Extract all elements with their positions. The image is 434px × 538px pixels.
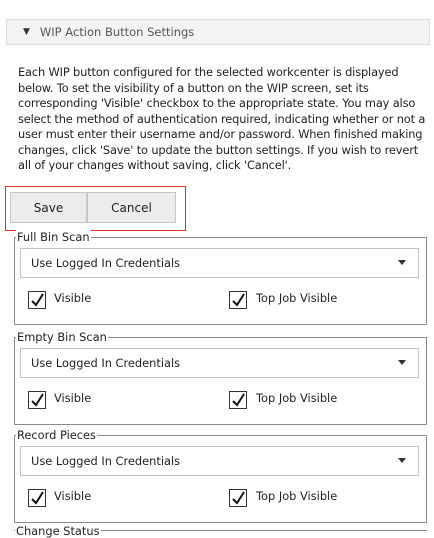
caret-down-icon[interactable]: ▼ bbox=[23, 27, 30, 37]
visible-checkbox[interactable] bbox=[28, 391, 46, 409]
group-legend: Empty Bin Scan bbox=[16, 330, 108, 344]
dropdown-arrow-icon bbox=[398, 458, 406, 463]
auth-method-select[interactable]: Use Logged In Credentials bbox=[20, 348, 419, 378]
save-button[interactable]: Save bbox=[10, 192, 87, 223]
auth-method-value: Use Logged In Credentials bbox=[31, 256, 181, 270]
group-legend: Record Pieces bbox=[16, 428, 97, 442]
cancel-button[interactable]: Cancel bbox=[87, 192, 176, 223]
visible-label: Visible bbox=[54, 489, 92, 503]
top-job-visible-checkbox[interactable] bbox=[229, 291, 247, 309]
visible-label: Visible bbox=[54, 291, 92, 305]
dropdown-arrow-icon bbox=[398, 360, 406, 365]
visible-checkbox[interactable] bbox=[28, 291, 46, 309]
instructions-text: Each WIP button configured for the selec… bbox=[18, 65, 426, 172]
auth-method-value: Use Logged In Credentials bbox=[31, 454, 181, 468]
top-job-visible-label: Top Job Visible bbox=[256, 391, 338, 405]
auth-method-value: Use Logged In Credentials bbox=[31, 356, 181, 370]
group-full-bin-scan: Full Bin Scan Use Logged In Credentials … bbox=[14, 230, 427, 325]
auth-method-select[interactable]: Use Logged In Credentials bbox=[20, 248, 419, 278]
group-legend: Full Bin Scan bbox=[16, 230, 91, 244]
dropdown-arrow-icon bbox=[398, 260, 406, 265]
section-header[interactable]: ▼ WIP Action Button Settings bbox=[6, 19, 430, 45]
top-job-visible-label: Top Job Visible bbox=[256, 489, 338, 503]
group-legend-change-status: Change Status bbox=[15, 524, 101, 538]
visible-label: Visible bbox=[54, 391, 92, 405]
top-job-visible-checkbox[interactable] bbox=[229, 391, 247, 409]
group-empty-bin-scan: Empty Bin Scan Use Logged In Credentials… bbox=[14, 330, 427, 425]
section-title: WIP Action Button Settings bbox=[39, 25, 195, 39]
auth-method-select[interactable]: Use Logged In Credentials bbox=[20, 446, 419, 476]
top-job-visible-checkbox[interactable] bbox=[229, 489, 247, 507]
group-record-pieces: Record Pieces Use Logged In Credentials … bbox=[14, 428, 427, 523]
top-job-visible-label: Top Job Visible bbox=[256, 291, 338, 305]
visible-checkbox[interactable] bbox=[28, 489, 46, 507]
